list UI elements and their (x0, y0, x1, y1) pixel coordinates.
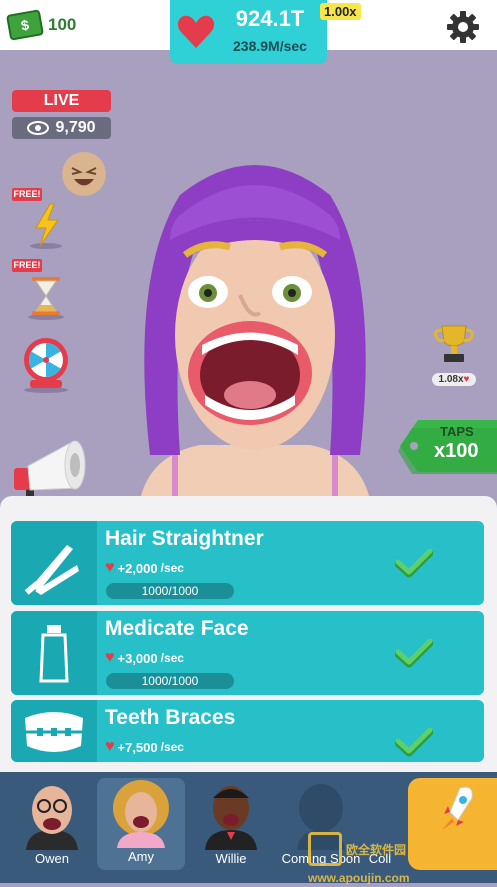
heart-icon: ♥ (105, 559, 115, 576)
amy-avatar (113, 780, 169, 848)
laughing-emoji-icon[interactable] (62, 152, 106, 196)
upgrade-icon-box (11, 611, 97, 695)
cash-counter: $ 100 (6, 8, 77, 42)
upgrade-title: Teeth Braces (105, 706, 236, 729)
upgrade-rate: ♥ +2,000 /sec (105, 559, 184, 576)
upgrade-rate: ♥ +3,000 /sec (105, 649, 184, 666)
cash-value: 100 (48, 15, 77, 34)
checkmark-icon (395, 549, 433, 578)
hair-straightener-icon (24, 545, 79, 595)
upgrade-icon-box (11, 521, 97, 605)
character-name: Willie (215, 851, 247, 866)
prize-wheel-icon[interactable] (16, 334, 76, 394)
dollar-bill-icon: $ (6, 9, 44, 41)
heart-icon: ♥ (105, 649, 115, 666)
upgrade-item-hair-straightner[interactable]: Hair Straightner ♥ +2,000 /sec 1000/1000 (11, 521, 484, 605)
character-slot-owen[interactable]: Owen (8, 780, 96, 872)
hourglass-boost-icon[interactable] (22, 273, 70, 321)
character-slot-amy[interactable]: Amy (97, 778, 185, 870)
score-panel: 924.1T 238.9M/sec (170, 0, 327, 64)
lightning-boost-icon[interactable] (24, 202, 68, 250)
free-badge-2: FREE! (12, 259, 42, 272)
upgrade-title: Medicate Face (105, 617, 249, 640)
patient-character[interactable] (110, 155, 400, 500)
character-name: Owen (35, 851, 69, 866)
upgrade-item-teeth-braces[interactable]: Teeth Braces ♥ +7,500 /sec (11, 700, 484, 762)
viewer-count: 9,790 (55, 119, 96, 136)
owen-avatar (26, 786, 78, 850)
character-slot-willie[interactable]: Willie (187, 780, 275, 872)
viewer-counter: 9,790 (12, 117, 111, 139)
heart-icon: ♥ (105, 738, 115, 755)
trophy-icon (434, 325, 474, 362)
score-value: 924.1T (235, 6, 305, 31)
upgrade-progress: 1000/1000 (106, 583, 234, 599)
taps-label: TAPS (440, 424, 474, 439)
eye-icon (27, 121, 50, 135)
upgrade-item-medicate-face[interactable]: Medicate Face ♥ +3,000 /sec 1000/1000 (11, 611, 484, 695)
checkmark-icon (395, 728, 433, 757)
score-rate: 238.9M/sec (233, 38, 307, 54)
multiplier-badge: 1.00x (320, 3, 361, 20)
trophy-multiplier: 1.08x♥ (432, 373, 476, 386)
upgrade-progress: 1000/1000 (106, 673, 234, 689)
heart-icon (177, 15, 215, 48)
upgrade-rate: ♥ +7,500 /sec (105, 738, 184, 755)
braces-icon (25, 712, 83, 752)
upgrade-icon-box (11, 700, 97, 762)
willie-avatar (205, 786, 257, 850)
live-badge: LIVE (12, 90, 111, 112)
watermark: 欧全软件园 www.apoujin.com (308, 832, 497, 885)
cream-tube-icon (39, 625, 69, 683)
small-heart-icon: ♥ (463, 374, 470, 385)
gear-icon[interactable] (446, 10, 480, 44)
trophy-boost[interactable]: 1.08x♥ (432, 322, 476, 386)
checkmark-icon (395, 639, 433, 668)
free-badge-1: FREE! (12, 188, 42, 201)
taps-value: x100 (434, 440, 479, 462)
character-name: Amy (128, 849, 154, 864)
upgrade-title: Hair Straightner (105, 527, 264, 550)
